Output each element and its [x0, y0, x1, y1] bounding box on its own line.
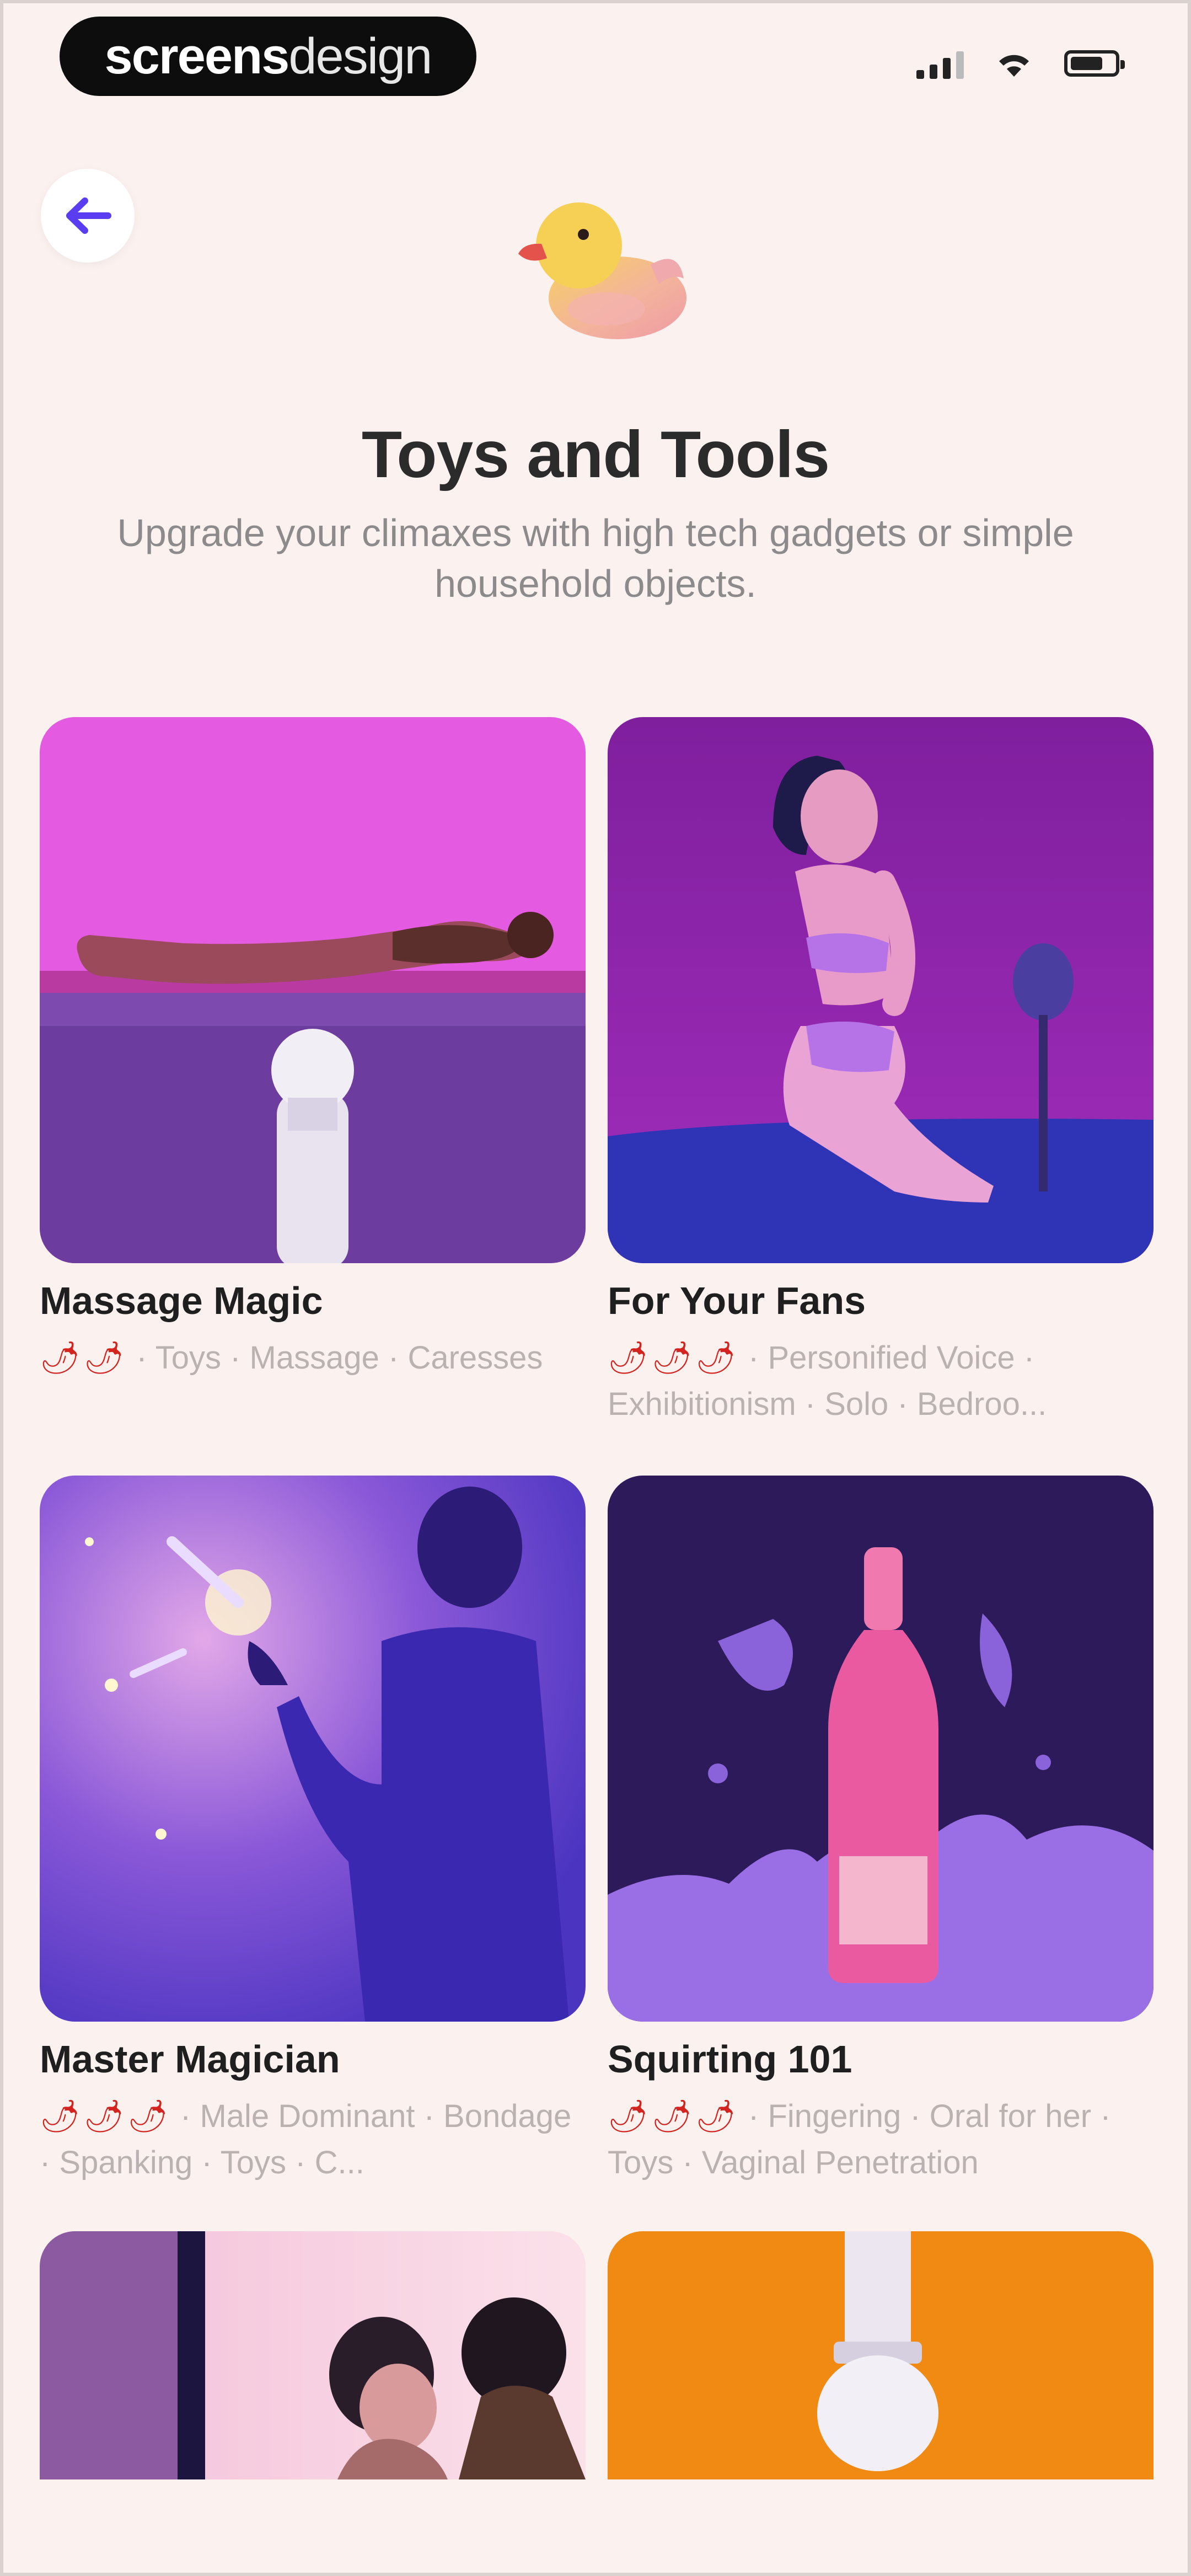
brand-watermark: screens design — [60, 17, 476, 96]
card-title-master-magician[interactable]: Master Magician — [40, 2037, 340, 2081]
back-button[interactable] — [41, 169, 135, 263]
card-image-squirting-101[interactable] — [608, 1476, 1154, 2022]
spice-level-icon: 🌶🌶 — [40, 1340, 128, 1376]
brand-bold: screens — [104, 28, 290, 84]
page-title: Toys and Tools — [361, 418, 830, 491]
card-image-wand-orange[interactable] — [608, 2231, 1154, 2479]
rubber-duck-icon — [518, 202, 686, 339]
spice-level-icon: 🌶🌶🌶 — [608, 1340, 739, 1376]
card-title-massage-magic[interactable]: Massage Magic — [40, 1279, 323, 1323]
card-image-couple[interactable] — [40, 2231, 586, 2479]
battery-icon — [1064, 50, 1125, 77]
spice-level-icon: 🌶🌶🌶 — [40, 2098, 171, 2134]
status-icons — [916, 44, 1125, 83]
spice-level-icon: 🌶🌶🌶 — [608, 2098, 739, 2134]
card-tags: · Toys · Massage · Caresses — [127, 1340, 543, 1376]
card-image-master-magician[interactable] — [40, 1476, 586, 2022]
arrow-left-icon — [66, 197, 111, 234]
card-meta-massage-magic: 🌶🌶 · Toys · Massage · Caresses — [40, 1335, 586, 1381]
card-meta-master-magician: 🌶🌶🌶 · Male Dominant · Bondage · Spanking… — [40, 2093, 586, 2186]
card-title-for-your-fans[interactable]: For Your Fans — [608, 1279, 866, 1323]
card-image-for-your-fans[interactable] — [608, 717, 1154, 1263]
card-meta-squirting-101: 🌶🌶🌶 · Fingering · Oral for her · Toys · … — [608, 2093, 1154, 2186]
brand-light: design — [288, 28, 432, 84]
cellular-signal-icon — [916, 48, 964, 79]
wifi-icon — [999, 55, 1029, 77]
card-image-massage-magic[interactable] — [40, 717, 586, 1263]
card-meta-for-your-fans: 🌶🌶🌶 · Personified Voice · Exhibitionism … — [608, 1335, 1154, 1428]
card-title-squirting-101[interactable]: Squirting 101 — [608, 2037, 852, 2081]
page-subtitle: Upgrade your climaxes with high tech gad… — [117, 511, 1074, 605]
